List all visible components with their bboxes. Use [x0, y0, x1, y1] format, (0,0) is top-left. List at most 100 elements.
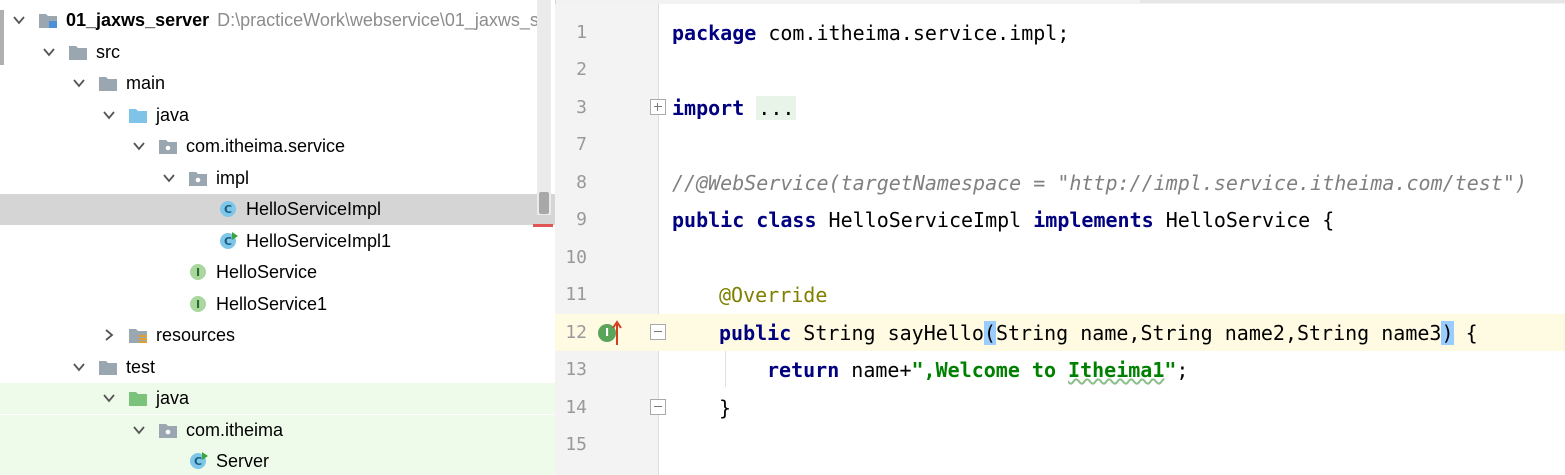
tab-strip-edge	[1140, 0, 1565, 3]
tree-item-label: Server	[216, 451, 270, 471]
paren-highlight: )	[1441, 321, 1454, 345]
project-tree-panel: 01_jaxws_server D:\practiceWork\webservic…	[0, 0, 556, 475]
code-annotation[interactable]: @Override	[719, 283, 827, 307]
tree-item-test-package[interactable]: com.itheima	[0, 415, 555, 446]
code-comment[interactable]: //@WebService(targetNamespace = "http://…	[672, 171, 1527, 195]
tree-item-label: HelloServiceImpl1	[246, 231, 392, 251]
tree-item-label: main	[126, 73, 166, 93]
chevron-down-icon[interactable]	[133, 424, 145, 436]
chevron-down-icon[interactable]	[163, 172, 175, 184]
tree-item-label: impl	[216, 168, 250, 188]
folder-icon	[68, 43, 88, 61]
package-icon	[158, 137, 178, 155]
code-editor[interactable]: 1 package com.itheima.service.impl; 2 3 …	[555, 4, 1565, 475]
svg-text:C: C	[224, 235, 232, 248]
line-number: 15	[565, 434, 587, 455]
tree-item-module[interactable]: 01_jaxws_server D:\practiceWork\webservic…	[0, 5, 555, 36]
fold-collapse-icon[interactable]	[650, 399, 666, 415]
line-number: 11	[565, 284, 587, 305]
line-number: 14	[565, 397, 587, 418]
interface-icon: I	[188, 295, 208, 313]
code-text[interactable]: package com.itheima.service.impl;	[672, 21, 1069, 45]
chevron-down-icon[interactable]	[103, 109, 115, 121]
chevron-down-icon[interactable]	[43, 46, 55, 58]
chevron-down-icon[interactable]	[13, 14, 25, 26]
tree-item-helloserviceimpl[interactable]: C HelloServiceImpl	[0, 194, 555, 225]
line-number: 8	[576, 172, 587, 193]
tree-item-label: test	[126, 357, 156, 377]
folder-icon	[98, 358, 118, 376]
code-line[interactable]: 8 //@WebService(targetNamespace = "http:…	[555, 164, 1565, 201]
code-line[interactable]: 1 package com.itheima.service.impl;	[555, 14, 1565, 51]
code-line[interactable]: 13 return name+",Welcome to Itheima1";	[555, 351, 1565, 388]
chevron-down-icon[interactable]	[133, 140, 145, 152]
tree-scrollbar-thumb[interactable]	[539, 192, 549, 214]
chevron-down-icon[interactable]	[103, 392, 115, 404]
package-icon	[188, 169, 208, 187]
code-text[interactable]: return name+",Welcome to Itheima1";	[767, 358, 1188, 382]
tree-item-src[interactable]: src	[0, 37, 555, 68]
tree-item-helloservice1[interactable]: I HelloService1	[0, 289, 555, 320]
code-line[interactable]: 14 }	[555, 389, 1565, 426]
indent-guide	[725, 351, 726, 387]
code-text[interactable]: import ...	[672, 96, 797, 120]
line-number: 1	[576, 22, 587, 43]
tree-item-label: resources	[156, 325, 236, 345]
error-stripe-mark[interactable]	[533, 224, 553, 227]
fold-expand-icon[interactable]	[650, 99, 666, 115]
code-line[interactable]: 15	[555, 426, 1565, 463]
code-line[interactable]: 3 import ...	[555, 89, 1565, 126]
module-folder-icon	[38, 11, 58, 29]
code-text[interactable]: public String sayHello(String name,Strin…	[719, 321, 1478, 345]
tree-item-label: src	[96, 42, 120, 62]
code-line-current[interactable]: 12 I public String sayHello(String name,…	[555, 314, 1565, 351]
tree-item-server[interactable]: C Server	[0, 446, 555, 475]
tree-item-test[interactable]: test	[0, 352, 555, 383]
tree-item-test-java[interactable]: java	[0, 383, 555, 414]
code-line[interactable]: 11 @Override	[555, 276, 1565, 313]
tree-item-label: java	[156, 105, 190, 125]
code-line[interactable]: 9 public class HelloServiceImpl implemen…	[555, 201, 1565, 238]
tree-item-label: com.itheima	[186, 420, 284, 440]
fold-collapse-icon[interactable]	[650, 324, 666, 340]
chevron-down-icon[interactable]	[73, 77, 85, 89]
tree-item-label: HelloService	[216, 262, 318, 282]
tree-item-impl[interactable]: impl	[0, 163, 555, 194]
paren-highlight: (	[983, 321, 996, 345]
tree-item-label: HelloService1	[216, 294, 328, 314]
svg-text:C: C	[224, 203, 232, 216]
line-number: 12	[565, 322, 587, 343]
svg-text:C: C	[194, 455, 202, 468]
runnable-class-icon: C	[188, 452, 208, 470]
code-text[interactable]: }	[719, 396, 731, 420]
line-number: 9	[576, 209, 587, 230]
tree-scrollbar-track[interactable]	[537, 0, 551, 215]
svg-text:I: I	[196, 266, 200, 279]
tree-item-label: HelloServiceImpl	[246, 199, 382, 219]
line-number: 7	[576, 134, 587, 155]
tree-item-resources[interactable]: resources	[0, 320, 555, 351]
tree-item-label: com.itheima.service	[186, 136, 346, 156]
interface-icon: I	[188, 263, 208, 281]
tree-item-package[interactable]: com.itheima.service	[0, 131, 555, 162]
tree-item-label: java	[156, 388, 190, 408]
tree-item-helloserviceimpl1[interactable]: C HelloServiceImpl1	[0, 226, 555, 257]
code-line[interactable]: 10	[555, 239, 1565, 276]
line-number: 10	[565, 247, 587, 268]
tree-item-helloservice[interactable]: I HelloService	[0, 257, 555, 288]
package-icon	[158, 421, 178, 439]
tree-item-label: 01_jaxws_server D:\practiceWork\webservic…	[66, 10, 539, 30]
navigate-up-arrow-icon[interactable]	[612, 320, 622, 350]
tree-item-main[interactable]: main	[0, 68, 555, 99]
code-text[interactable]: public class HelloServiceImpl implements…	[672, 208, 1334, 232]
class-icon: C	[218, 200, 238, 218]
chevron-down-icon[interactable]	[73, 361, 85, 373]
folded-imports: ...	[756, 96, 797, 120]
tree-item-java[interactable]: java	[0, 100, 555, 131]
code-line[interactable]: 7	[555, 126, 1565, 163]
svg-text:I: I	[196, 298, 200, 311]
chevron-right-icon[interactable]	[103, 329, 115, 341]
folder-icon	[98, 74, 118, 92]
code-line[interactable]: 2	[555, 51, 1565, 88]
resources-folder-icon	[128, 326, 148, 344]
